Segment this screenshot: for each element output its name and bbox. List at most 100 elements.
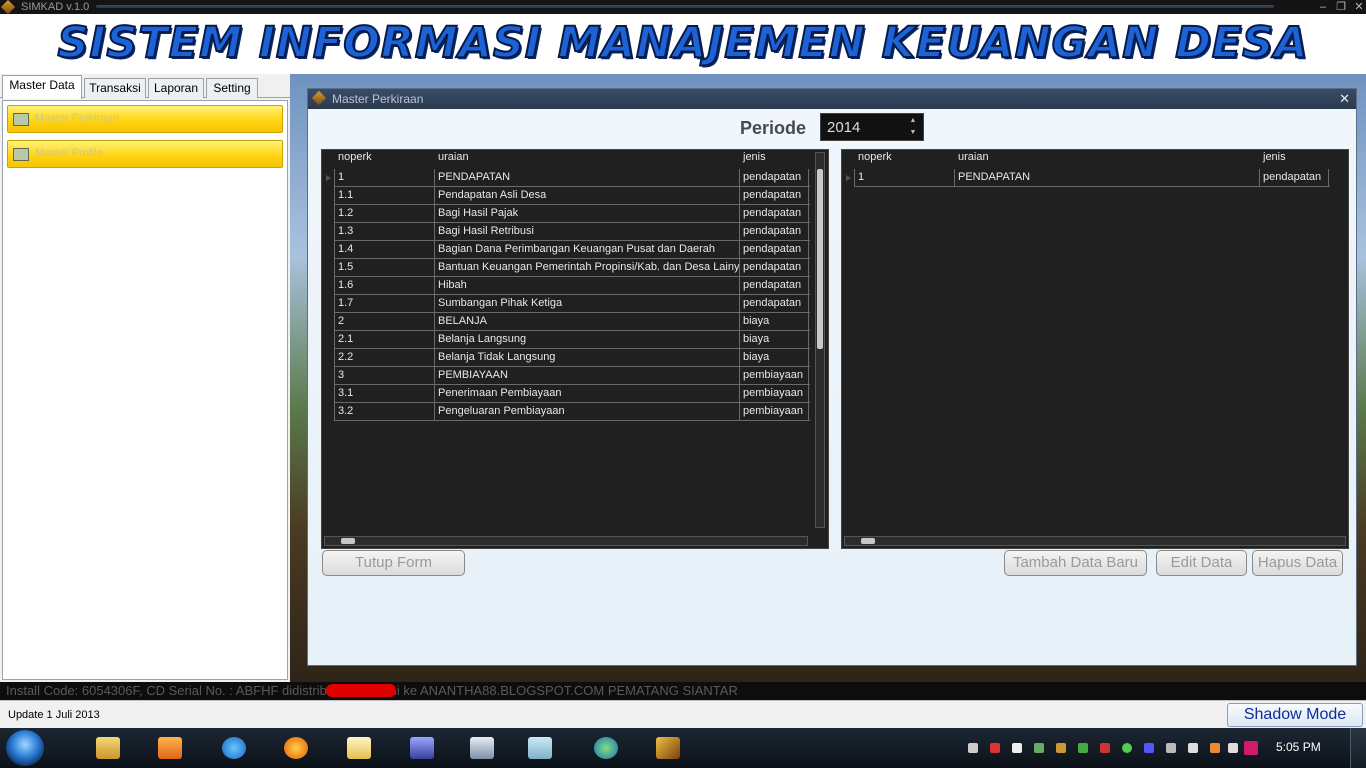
file-explorer-icon[interactable]: [82, 732, 134, 764]
tray-bluetooth-icon[interactable]: [1144, 743, 1154, 753]
display-icon[interactable]: [396, 732, 448, 764]
table-cell-noperk: 1.3: [334, 223, 434, 241]
horizontal-scrollbar[interactable]: [324, 536, 808, 546]
media-player-icon[interactable]: [144, 732, 196, 764]
tray-power-icon[interactable]: [1210, 743, 1220, 753]
horizontal-scrollbar[interactable]: [844, 536, 1346, 546]
simkad-icon[interactable]: [642, 732, 694, 764]
table-cell-uraian: BELANJA: [434, 313, 739, 331]
tab-transaksi[interactable]: Transaksi: [84, 78, 146, 98]
scroll-thumb[interactable]: [341, 538, 355, 544]
tray-device-icon[interactable]: [1166, 743, 1176, 753]
column-header-uraian: uraian: [958, 151, 989, 163]
table-row[interactable]: 3 PEMBIAYAAN pembiayaan: [334, 367, 810, 385]
firefox-icon[interactable]: [270, 732, 322, 764]
table-row[interactable]: 1.1 Pendapatan Asli Desa pendapatan: [334, 187, 810, 205]
add-data-button[interactable]: Tambah Data Baru: [1004, 550, 1147, 576]
clock[interactable]: 5:05 PM: [1276, 740, 1321, 754]
tab-master-data[interactable]: Master Data: [2, 75, 82, 99]
table-cell-uraian: Penerimaan Pembiayaan: [434, 385, 739, 403]
table-cell-uraian: Pengeluaran Pembiayaan: [434, 403, 739, 421]
column-header-noperk: noperk: [338, 151, 372, 163]
sidebar-item-label: Master Profile: [35, 147, 103, 159]
spin-up-icon[interactable]: ▲: [905, 115, 921, 127]
book-icon[interactable]: [514, 732, 566, 764]
sidebar-item-label: Master Perkiraan: [35, 112, 119, 124]
table-row[interactable]: 1.6 Hibah pendapatan: [334, 277, 810, 295]
speaker-icon[interactable]: [1228, 743, 1238, 753]
tab-setting[interactable]: Setting: [206, 78, 258, 98]
close-button[interactable]: ✕: [1350, 0, 1366, 14]
sidebar-item-master-profile[interactable]: Master Profile: [7, 140, 283, 168]
tray-shield-icon[interactable]: [1100, 743, 1110, 753]
table-row[interactable]: 2.1 Belanja Langsung biaya: [334, 331, 810, 349]
table-cell-jenis: pendapatan: [739, 169, 809, 187]
app-icon: [0, 0, 16, 15]
table-header: noperk uraian jenis: [842, 150, 1322, 168]
tab-laporan[interactable]: Laporan: [148, 78, 204, 98]
maximize-button[interactable]: ❐: [1332, 0, 1350, 14]
table-row[interactable]: 2.2 Belanja Tidak Langsung biaya: [334, 349, 810, 367]
table-row[interactable]: 3.2 Pengeluaran Pembiayaan pembiayaan: [334, 403, 810, 421]
tray-arrow-icon[interactable]: [968, 743, 978, 753]
form-title-bar: Master Perkiraan ✕: [308, 89, 1356, 109]
table-row[interactable]: 1.5 Bantuan Keuangan Pemerintah Propinsi/…: [334, 259, 810, 277]
selected-perkiraan-table[interactable]: noperk uraian jenis 1 PENDAPATAN pendapata…: [841, 149, 1349, 549]
periode-value: 2014: [827, 119, 861, 136]
table-cell-noperk: 3: [334, 367, 434, 385]
perkiraan-table[interactable]: noperk uraian jenis 1 PENDAPATAN pendapata…: [321, 149, 829, 549]
table-row[interactable]: 1 PENDAPATAN pendapatan: [854, 169, 1330, 187]
window-title-bar: SIMKAD v.1.0 ‒ ❐ ✕: [0, 0, 1366, 15]
scroll-thumb[interactable]: [817, 169, 823, 349]
window-title: SIMKAD v.1.0: [21, 1, 90, 13]
tray-app-icon[interactable]: [1056, 743, 1066, 753]
sidebar-item-master-perkiraan[interactable]: Master Perkiraan: [7, 105, 283, 133]
update-info: Update 1 Juli 2013: [8, 709, 100, 721]
globe-icon[interactable]: [580, 732, 632, 764]
profile-card-icon: [13, 148, 29, 161]
spin-down-icon[interactable]: ▼: [905, 127, 921, 139]
table-cell-noperk: 3.1: [334, 385, 434, 403]
system-tray: [956, 732, 1266, 764]
notepad-icon[interactable]: [333, 732, 385, 764]
table-cell-noperk: 2.2: [334, 349, 434, 367]
tray-s-icon[interactable]: [1244, 741, 1258, 755]
form-close-icon[interactable]: ✕: [1339, 91, 1350, 107]
delete-data-button[interactable]: Hapus Data: [1252, 550, 1343, 576]
master-perkiraan-form: Master Perkiraan ✕ Periode 2014 ▲ ▼ nope…: [307, 88, 1357, 666]
internet-explorer-icon[interactable]: [208, 732, 260, 764]
tray-update-icon[interactable]: [1078, 743, 1088, 753]
table-cell-jenis: pendapatan: [739, 223, 809, 241]
table-row[interactable]: 1.4 Bagian Dana Perimbangan Keuangan Pusa…: [334, 241, 810, 259]
tray-monitor-icon[interactable]: [1188, 743, 1198, 753]
table-cell-noperk: 2.1: [334, 331, 434, 349]
ledger-icon: [13, 113, 29, 126]
table-row[interactable]: 1.7 Sumbangan Pihak Ketiga pendapatan: [334, 295, 810, 313]
start-button[interactable]: [6, 730, 44, 766]
shadow-mode-button[interactable]: Shadow Mode: [1227, 703, 1363, 727]
table-row[interactable]: 2 BELANJA biaya: [334, 313, 810, 331]
minimize-button[interactable]: ‒: [1314, 0, 1332, 14]
vertical-scrollbar[interactable]: [815, 152, 825, 528]
table-cell-noperk: 1.7: [334, 295, 434, 313]
periode-spinner[interactable]: 2014 ▲ ▼: [820, 113, 924, 141]
table-row[interactable]: 1 PENDAPATAN pendapatan: [334, 169, 810, 187]
table-row[interactable]: 1.2 Bagi Hasil Pajak pendapatan: [334, 205, 810, 223]
table-cell-jenis: pendapatan: [739, 187, 809, 205]
table-cell-jenis: biaya: [739, 349, 809, 367]
table-cell-uraian: Belanja Langsung: [434, 331, 739, 349]
table-row[interactable]: 1.3 Bagi Hasil Retribusi pendapatan: [334, 223, 810, 241]
scroll-thumb[interactable]: [861, 538, 875, 544]
table-cell-uraian: Bantuan Keuangan Pemerintah Propinsi/Kab…: [434, 259, 739, 277]
window-icon[interactable]: [456, 732, 508, 764]
show-desktop-button[interactable]: [1350, 728, 1366, 768]
tray-check-icon[interactable]: [1012, 743, 1022, 753]
column-header-noperk: noperk: [858, 151, 892, 163]
edit-data-button[interactable]: Edit Data: [1156, 550, 1247, 576]
tray-security-icon[interactable]: [990, 743, 1000, 753]
tray-status-icon[interactable]: [1122, 743, 1132, 753]
tray-network-icon[interactable]: [1034, 743, 1044, 753]
periode-label: Periode: [740, 118, 807, 138]
table-row[interactable]: 3.1 Penerimaan Pembiayaan pembiayaan: [334, 385, 810, 403]
close-form-button[interactable]: Tutup Form: [322, 550, 465, 576]
